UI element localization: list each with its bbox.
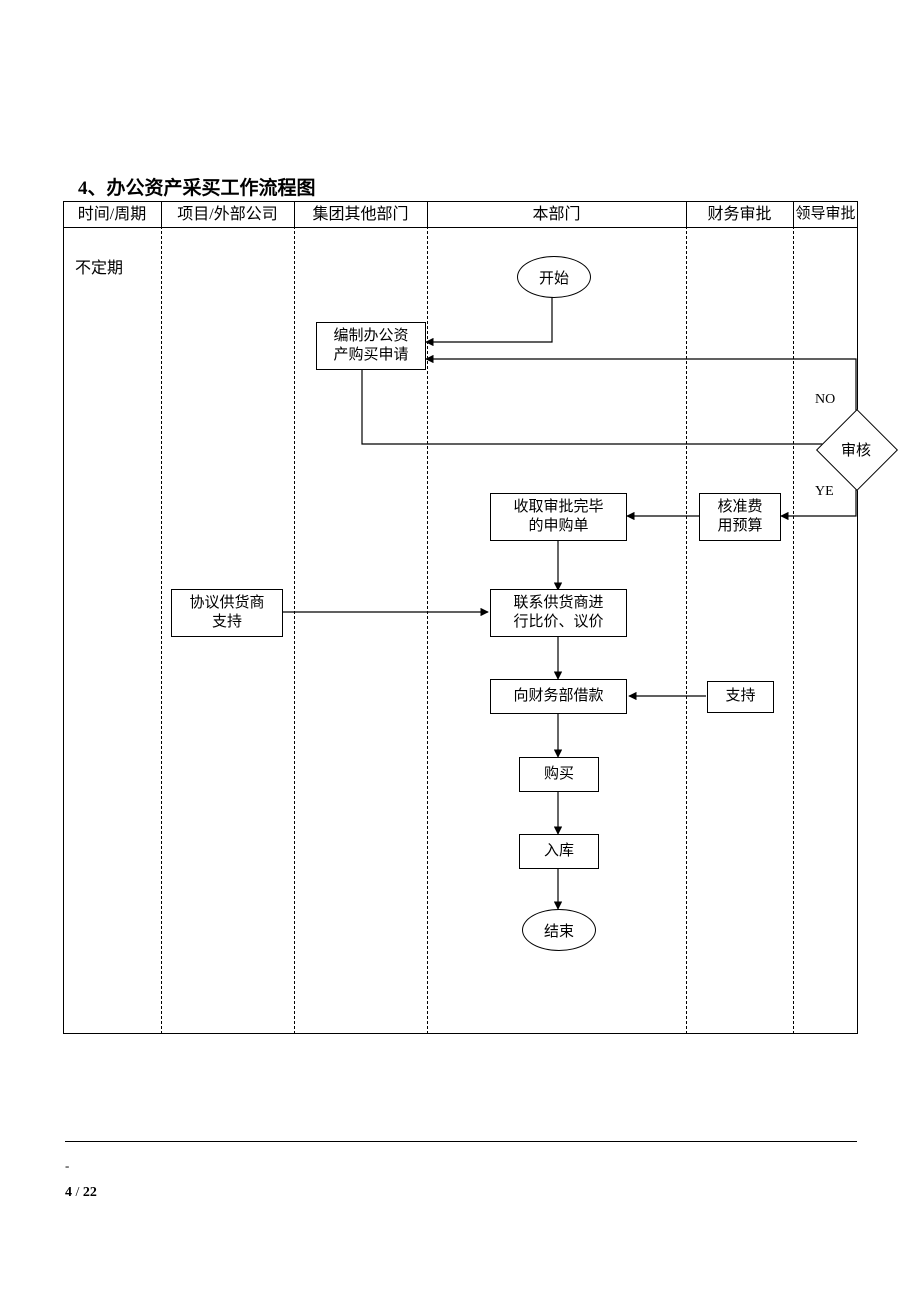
decision-audit-label: 审核 xyxy=(841,439,871,460)
process-support: 支持 xyxy=(707,681,774,713)
process-contact: 联系供货商进 行比价、议价 xyxy=(490,589,627,637)
swimlane-body: 不定期 xyxy=(63,226,858,1034)
process-budget: 核准费 用预算 xyxy=(699,493,781,541)
col-header-finance: 财务审批 xyxy=(686,201,793,228)
footer-dash: - xyxy=(65,1158,69,1174)
process-borrow: 向财务部借款 xyxy=(490,679,627,714)
page-number: 4 / 22 xyxy=(65,1185,97,1201)
label-no: NO xyxy=(815,392,835,408)
process-supplier-support: 协议供货商 支持 xyxy=(171,589,283,637)
footer-line xyxy=(65,1141,857,1142)
col-header-otherdept: 集团其他部门 xyxy=(294,201,427,228)
period-label: 不定期 xyxy=(75,254,123,278)
page-total: 22 xyxy=(83,1185,97,1200)
process-buy: 购买 xyxy=(519,757,599,792)
page: 4、办公资产采买工作流程图 时间/周期 项目/外部公司 集团其他部门 本部门 财… xyxy=(0,0,920,1302)
swimlane-header: 时间/周期 项目/外部公司 集团其他部门 本部门 财务审批 领导审批 xyxy=(63,201,858,226)
page-sep: / xyxy=(72,1185,83,1200)
col-header-thisdept: 本部门 xyxy=(427,201,686,228)
label-yes: YE xyxy=(815,484,834,500)
col-header-period: 时间/周期 xyxy=(63,201,161,228)
terminator-start: 开始 xyxy=(517,256,591,298)
terminator-end: 结束 xyxy=(522,909,596,951)
process-stock: 入库 xyxy=(519,834,599,869)
page-title: 4、办公资产采买工作流程图 xyxy=(78,173,316,200)
col-header-leader: 领导审批 xyxy=(793,201,858,228)
page-current: 4 xyxy=(65,1185,72,1200)
process-collect: 收取审批完毕 的申购单 xyxy=(490,493,627,541)
col-header-project: 项目/外部公司 xyxy=(161,201,294,228)
process-compile: 编制办公资 产购买申请 xyxy=(316,322,426,370)
